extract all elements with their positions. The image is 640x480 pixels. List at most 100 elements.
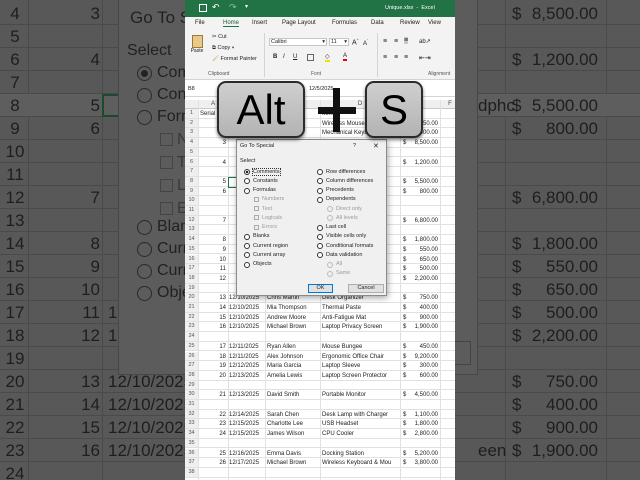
radio-icon[interactable] (317, 169, 323, 175)
cell-date[interactable]: 12/15/2025 (229, 430, 259, 438)
cell-currency[interactable]: $ (403, 353, 406, 361)
row-header[interactable]: 33 (185, 419, 198, 429)
save-icon[interactable] (199, 4, 207, 12)
radio-icon[interactable] (244, 233, 250, 240)
row-header[interactable]: 11 (185, 206, 198, 215)
cell-date[interactable]: 12/12/2025 (229, 362, 259, 370)
underline-icon[interactable]: U (293, 54, 297, 60)
radio-icon[interactable] (317, 243, 323, 249)
cell-currency[interactable]: $ (403, 217, 406, 225)
row-header[interactable]: 25 (185, 341, 198, 351)
row-header[interactable]: 8 (185, 176, 198, 186)
cell-currency[interactable]: $ (403, 372, 406, 380)
format-painter-button[interactable]: 🖌 Format Painter (212, 56, 257, 62)
cell-amount[interactable]: 550.00 (420, 246, 438, 254)
cell-serial[interactable]: 17 (219, 343, 226, 351)
cell-amount[interactable]: 8,500.00 (415, 139, 438, 147)
cell-name[interactable]: Sarah Chen (267, 411, 299, 419)
bold-icon[interactable]: B (273, 54, 277, 60)
cell-currency[interactable]: $ (403, 430, 406, 438)
tab-review[interactable]: Review (400, 20, 420, 26)
cell-currency[interactable]: $ (403, 314, 406, 322)
row-header[interactable]: 18 (185, 273, 198, 283)
cell-name[interactable]: Emma Davis (267, 450, 301, 458)
row-header[interactable]: 31 (185, 400, 198, 409)
cell-serial[interactable]: 16 (219, 323, 226, 331)
radio-icon[interactable] (244, 252, 250, 259)
close-button[interactable]: ✕ (373, 142, 379, 150)
row-header[interactable]: 28 (185, 370, 198, 380)
row-header[interactable]: 2 (185, 118, 198, 128)
cut-button[interactable]: ✂ Cut (212, 34, 227, 40)
italic-icon[interactable]: I (283, 54, 285, 60)
cell-item[interactable]: USB Headset (322, 420, 358, 428)
cell-amount[interactable]: 500.00 (420, 265, 438, 273)
radio-icon[interactable] (244, 178, 250, 185)
cell-currency[interactable]: $ (403, 139, 406, 147)
row-header[interactable]: 4 (185, 138, 198, 147)
cell-serial[interactable]: 18 (219, 353, 226, 361)
cell-amount[interactable]: 2,200.00 (415, 275, 438, 283)
cell-serial[interactable]: 3 (223, 139, 226, 147)
cell-serial[interactable]: 5 (223, 178, 226, 186)
cell-serial[interactable]: 21 (219, 391, 226, 399)
ok-button[interactable]: OK (308, 284, 333, 293)
cell-name[interactable]: Andrew Moore (267, 314, 306, 322)
cell-item[interactable]: Laptop Screen Protector (322, 372, 387, 380)
cell-date[interactable]: 12/17/2025 (229, 459, 259, 467)
name-box[interactable]: B8 (188, 86, 195, 92)
cell-item[interactable]: Wireless Keyboard & Mou (322, 459, 391, 467)
cell-serial[interactable]: 11 (220, 265, 226, 273)
cell-item[interactable]: Laptop Privacy Screen (322, 323, 382, 331)
cell-amount[interactable]: 2,800.00 (415, 430, 438, 438)
copy-button[interactable]: ⧉ Copy ▾ (212, 45, 234, 52)
tab-view[interactable]: View (428, 20, 441, 26)
row-header[interactable]: 35 (185, 438, 198, 448)
radio-icon[interactable] (244, 187, 250, 194)
align-left-icon[interactable]: ≡ (383, 54, 387, 61)
cell-amount[interactable]: 5,200.00 (415, 450, 438, 458)
cell-amount[interactable]: 1,800.00 (415, 236, 438, 244)
row-header[interactable]: 38 (185, 467, 198, 477)
radio-icon[interactable] (244, 261, 250, 268)
radio-icon[interactable] (317, 178, 323, 185)
font-size-select[interactable]: 11 ▾ (329, 38, 349, 46)
cell-serial[interactable]: 6 (223, 188, 226, 196)
cell-serial[interactable]: 10 (219, 256, 226, 264)
cell-currency[interactable]: $ (403, 411, 406, 419)
cell-date[interactable]: 12/11/2025 (229, 343, 259, 351)
tab-data[interactable]: Data (371, 20, 384, 26)
cancel-button[interactable]: Cancel (348, 284, 384, 293)
cell-date[interactable]: 12/15/2025 (229, 420, 259, 428)
align-center-icon[interactable]: ≡ (394, 54, 398, 61)
cell-name[interactable]: David Smith (267, 391, 299, 399)
cell-amount[interactable]: 450.00 (420, 343, 438, 351)
borders-icon[interactable] (307, 54, 314, 61)
cell-currency[interactable]: $ (403, 362, 406, 370)
row-header[interactable]: 12 (185, 215, 198, 225)
cell-serial[interactable]: Serial (200, 110, 215, 118)
fill-color-icon[interactable]: ◇ (325, 53, 330, 62)
cell-serial[interactable]: 19 (219, 362, 226, 370)
cell-date[interactable]: 12/10/2025 (229, 323, 259, 331)
radio-icon[interactable] (317, 224, 323, 231)
customize-qat-icon[interactable]: ▾ (245, 3, 248, 10)
cell-name[interactable]: Mia Thompson (267, 304, 307, 312)
undo-icon[interactable]: ↶ (212, 2, 220, 13)
row-header[interactable]: 21 (185, 303, 198, 312)
row-header[interactable]: 34 (185, 429, 198, 438)
radio-icon[interactable] (317, 187, 323, 194)
tab-page-layout[interactable]: Page Layout (282, 20, 316, 26)
cell-amount[interactable]: 900.00 (420, 314, 438, 322)
row-header[interactable]: 23 (185, 322, 198, 332)
cell-amount[interactable]: 650.00 (420, 256, 438, 264)
cell-currency[interactable]: $ (403, 275, 406, 283)
row-header[interactable]: 27 (185, 361, 198, 370)
tab-home[interactable]: Home (223, 20, 240, 27)
cell-name[interactable]: James Wilson (267, 430, 304, 438)
radio-icon[interactable] (244, 243, 250, 249)
align-middle-icon[interactable]: ≡ (394, 38, 398, 45)
cell-item[interactable]: Anti-Fatigue Mat (322, 314, 366, 322)
cell-amount[interactable]: 9,200.00 (415, 353, 438, 361)
cell-currency[interactable]: $ (403, 256, 406, 264)
